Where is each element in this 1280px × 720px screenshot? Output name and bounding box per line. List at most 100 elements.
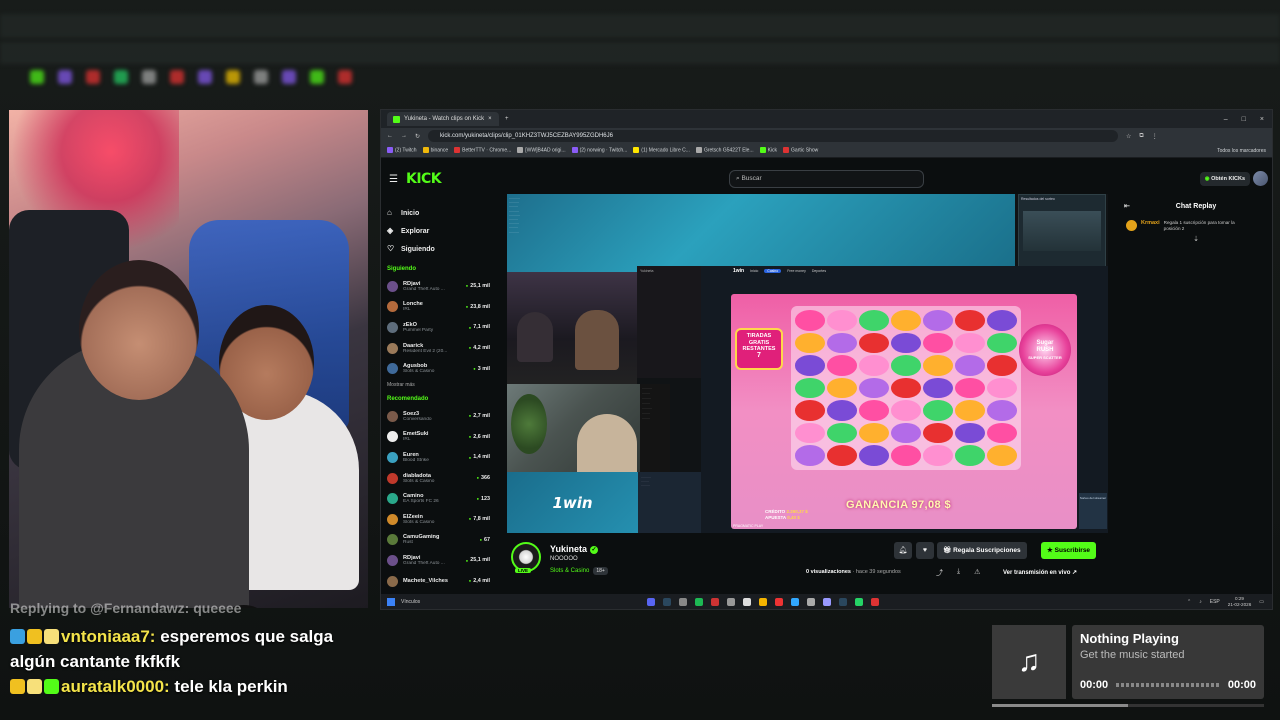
sidebar-channel[interactable]: CamuGamingRust67 [387,530,490,551]
extensions-icon[interactable]: ⧉ [1139,133,1143,140]
sidebar-channel[interactable]: CaminoEA Sports FC 26123 [387,488,490,509]
slot-symbol [859,377,889,399]
compass-icon: ◈ [387,226,394,235]
bookmark-item[interactable]: BetterTTV · Chrome... [454,147,511,154]
follow-heart-icon[interactable]: ♥ [916,542,934,559]
sub-badge-icon [1126,220,1137,231]
sidebar-channel[interactable]: LoncheIRL23,8 mil [387,297,490,318]
sidebar-channel[interactable]: RDjaviGrand Theft Auto ...25,1 mil [387,550,490,571]
stream-cam-1 [507,272,637,384]
collapse-chat-icon[interactable]: ⇤ [1124,202,1130,210]
tray-arrow-icon[interactable]: ⌃ [1187,599,1191,605]
stream-chat-lines: ··········· ·········· ········· ··········… [509,196,520,234]
menu-icon[interactable]: ☰ [389,174,398,185]
windows-start-icon[interactable] [387,597,395,606]
app-icon[interactable] [871,597,879,606]
obs-icon[interactable] [679,597,687,606]
sidebar-channel[interactable]: Soez3Conversando2,7 mil [387,406,490,427]
photoshop-icon[interactable] [791,597,799,606]
new-tab-icon[interactable]: + [505,116,509,122]
download-icon[interactable]: ⤓ [957,568,960,578]
app-icon[interactable] [727,597,735,606]
all-bookmarks[interactable]: Todos los marcadores [1217,148,1266,154]
language-indicator[interactable]: ESP [1210,599,1220,605]
taskbar-links[interactable]: Vínculos [401,599,420,605]
home-icon: ⌂ [387,208,392,217]
bookmark-item[interactable]: Gartic Show [783,147,818,154]
stream-category[interactable]: Slots & Casino 18+ [550,567,608,575]
reload-icon[interactable]: ↻ [415,133,420,140]
bookmark-item[interactable]: (2) norwing · Twitch... [571,147,627,154]
chat-replay-user[interactable]: Krmaxi [1141,220,1160,226]
close-window-icon[interactable]: × [1260,116,1264,123]
app-icon[interactable] [807,597,815,606]
video-player[interactable]: ··········· ·········· ········· ··········… [507,194,1108,533]
slot-grid [791,306,1021,470]
slot-symbol [987,355,1017,376]
sidebar-channel[interactable]: EmetSukiIRL2,6 mil [387,427,490,448]
app-icon[interactable] [711,597,719,606]
slot-symbol [891,445,921,466]
channel-name[interactable]: Yukineta ✓ [550,544,599,554]
background-tabbar [0,14,1280,38]
chat-username: auratalk0000: [61,677,170,696]
sidebar-channel[interactable]: EurenBlood Strike1,4 mil [387,447,490,468]
forward-icon[interactable]: → [401,133,407,139]
maximize-icon[interactable]: □ [1242,116,1246,123]
crown-icon [27,629,42,644]
bookmark-item[interactable]: [WW]B4AD origi... [517,147,566,154]
gift-subs-button[interactable]: 🎁︎ Regala Suscripciones [937,542,1027,559]
watch-live-link[interactable]: Ver transmisión en vivo ↗ [1003,569,1077,576]
scroll-down-icon[interactable]: ⇣ [1120,235,1272,243]
back-icon[interactable]: ← [387,133,393,139]
user-avatar[interactable] [1253,171,1268,186]
app-icon[interactable] [743,597,751,606]
sidebar-channel[interactable]: DaarickResident Evil 2 (20...4,2 mil [387,338,490,359]
steam-icon[interactable] [839,597,847,606]
bookmark-item[interactable]: (2) Twitch [387,147,417,154]
nav-following[interactable]: ♡ Siguiendo [387,240,490,258]
close-tab-icon[interactable]: × [488,116,492,122]
clock[interactable]: 0:29 21-02-2026 [1228,596,1252,607]
bookmark-item[interactable]: Kick [759,147,777,154]
bookmark-item[interactable]: (1) Mercado Libre C... [633,147,690,154]
chrome-icon[interactable] [759,597,767,606]
sidebar-channel[interactable]: ElZeeinSlots & Casino7,8 mil [387,509,490,530]
whatsapp-icon[interactable] [855,597,863,606]
premiere-icon[interactable] [823,597,831,606]
slot-symbol [923,310,953,331]
kick-logo[interactable]: KICK [406,171,442,187]
viewer-count: 2,7 mil [469,413,490,419]
subscribe-button[interactable]: ★ Suscribirse [1041,542,1097,559]
minimize-icon[interactable]: – [1224,116,1228,123]
report-icon[interactable]: ⚠ [974,568,980,578]
nav-explore[interactable]: ◈ Explorar [387,222,490,240]
browser-menu-icon[interactable]: ⋮ [1152,133,1158,140]
bell-icon[interactable]: 🔔︎ [894,542,912,559]
search-input[interactable]: ⌕ Buscar [729,170,924,188]
show-more-link[interactable]: Mostrar más [387,382,490,388]
discord-icon[interactable] [647,597,655,606]
volume-icon[interactable]: ♪ [1199,599,1202,605]
browser-tab[interactable]: Yukineta - Watch clips on Kick × [387,112,499,126]
app-icon[interactable] [775,597,783,606]
bookmark-item[interactable]: binance [422,147,448,154]
slot-symbol [827,355,857,376]
sidebar-channel[interactable]: Machete_Vilches 2,4 mil [387,571,490,592]
sidebar-channel[interactable]: zEkOPummel Party7,1 mil [387,317,490,338]
gift-icon: 🎁︎ [943,547,954,554]
get-kicks-button[interactable]: ◉ Obtén KICKs [1199,172,1250,186]
channel-avatar-icon [387,410,398,422]
spotify-icon[interactable] [695,597,703,606]
sidebar-channel[interactable]: RDjaviGrand Theft Auto ...25,1 mil [387,276,490,297]
share-icon[interactable]: ⤴ [936,568,943,578]
steam-icon[interactable] [663,597,671,606]
sidebar-channel[interactable]: AgusbobSlots & Casino3 mil [387,358,490,379]
live-badge: LIVE [515,568,532,573]
nav-home[interactable]: ⌂ Inicio [387,204,490,222]
bookmark-star-icon[interactable]: ☆ [1126,133,1131,140]
sidebar-channel[interactable]: diabladotaSlots & Casino366 [387,468,490,489]
url-field[interactable]: kick.com/yukineta/clips/clip_01KHZ3TWJ5C… [428,130,1119,142]
notifications-icon[interactable]: ▭ [1259,599,1264,605]
bookmark-item[interactable]: Gretsch G5422T Ele... [695,147,754,154]
